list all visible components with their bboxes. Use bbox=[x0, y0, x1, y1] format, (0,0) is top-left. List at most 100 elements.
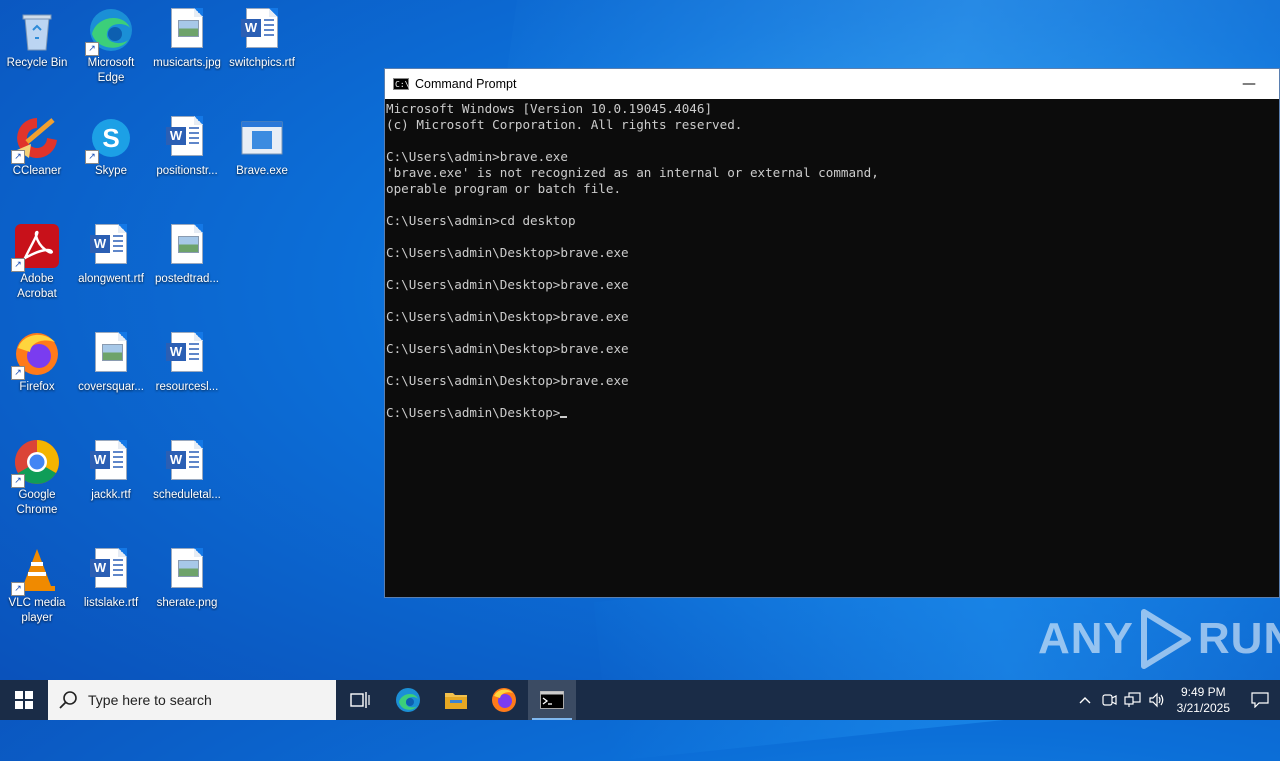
desktop-icon-label: VLC media player bbox=[8, 597, 66, 624]
word-doc-icon: W bbox=[238, 6, 286, 54]
command-prompt-icon: C:\ bbox=[393, 78, 410, 90]
word-doc-icon: W bbox=[163, 114, 211, 162]
clock-time: 9:49 PM bbox=[1180, 685, 1226, 699]
anyrun-watermark: ANY RUN bbox=[1038, 608, 1280, 670]
desktop-icon[interactable]: Brave.exe bbox=[225, 114, 299, 179]
word-doc-icon: W bbox=[163, 330, 211, 378]
desktop-icon[interactable]: Wscheduletal... bbox=[150, 438, 224, 503]
edge-icon: ↗ bbox=[85, 6, 135, 56]
taskbar-edge-button[interactable] bbox=[384, 680, 432, 720]
desktop-icon-label: switchpics.rtf bbox=[229, 57, 295, 69]
desktop-icon[interactable]: Wjackk.rtf bbox=[74, 438, 148, 503]
console-line: C:\Users\admin\Desktop>brave.exe bbox=[386, 245, 629, 260]
desktop-icon-label: postedtrad... bbox=[155, 273, 219, 285]
desktop-icon[interactable]: ↗ VLC media player bbox=[0, 546, 74, 626]
desktop-icon[interactable]: ↗ Google Chrome bbox=[0, 438, 74, 518]
taskbar-cmd-button[interactable] bbox=[528, 680, 576, 720]
chrome-icon: ↗ bbox=[11, 438, 61, 488]
desktop-icon[interactable]: Recycle Bin bbox=[0, 6, 74, 71]
text-cursor bbox=[560, 416, 568, 418]
desktop-icon-label: alongwent.rtf bbox=[78, 273, 144, 285]
taskbar-clock[interactable]: 9:49 PM 3/21/2025 bbox=[1177, 684, 1230, 716]
desktop-icon-label: Firefox bbox=[19, 381, 55, 393]
volume-button[interactable] bbox=[1145, 680, 1169, 720]
taskbar-firefox-button[interactable] bbox=[480, 680, 528, 720]
shortcut-arrow-icon: ↗ bbox=[85, 150, 99, 164]
window-title: Command Prompt bbox=[415, 77, 517, 91]
window-titlebar[interactable]: C:\ Command Prompt — bbox=[385, 69, 1279, 99]
desktop-icon[interactable]: ↗ Adobe Acrobat bbox=[0, 222, 74, 302]
task-view-icon bbox=[350, 692, 370, 708]
console-line: operable program or batch file. bbox=[386, 181, 622, 196]
desktop-icon-label: jackk.rtf bbox=[91, 489, 131, 501]
console-line: C:\Users\admin\Desktop>brave.exe bbox=[386, 341, 629, 356]
desktop-icon-label: resourcesl... bbox=[155, 381, 219, 393]
desktop-icon[interactable]: Wswitchpics.rtf bbox=[225, 6, 299, 71]
taskbar-explorer-button[interactable] bbox=[432, 680, 480, 720]
desktop-icon[interactable]: sherate.png bbox=[150, 546, 224, 611]
console-line: C:\Users\admin\Desktop>brave.exe bbox=[386, 277, 629, 292]
desktop-icon-label: listslake.rtf bbox=[83, 597, 139, 609]
tray-overflow-button[interactable] bbox=[1073, 680, 1097, 720]
console-line: C:\Users\admin>brave.exe bbox=[386, 149, 568, 164]
desktop-icon-label: Brave.exe bbox=[236, 165, 288, 177]
console-line: C:\Users\admin\Desktop>brave.exe bbox=[386, 373, 629, 388]
console-line: 'brave.exe' is not recognized as an inte… bbox=[386, 165, 879, 180]
desktop-icon-label: musicarts.jpg bbox=[153, 57, 221, 69]
desktop-icon[interactable]: ↗ Microsoft Edge bbox=[74, 6, 148, 86]
image-file-icon bbox=[163, 546, 211, 594]
desktop-icon-label: Adobe Acrobat bbox=[17, 273, 57, 300]
word-doc-icon: W bbox=[87, 438, 135, 486]
task-view-button[interactable] bbox=[336, 680, 384, 720]
windows-logo-icon bbox=[15, 691, 33, 709]
shortcut-arrow-icon: ↗ bbox=[11, 150, 25, 164]
desktop-icon[interactable]: Wresourcesl... bbox=[150, 330, 224, 395]
search-box[interactable]: Type here to search bbox=[48, 680, 336, 720]
desktop-icon[interactable]: musicarts.jpg bbox=[150, 6, 224, 71]
firefox-icon bbox=[492, 688, 516, 712]
file-explorer-icon bbox=[445, 693, 467, 709]
vlc-icon: ↗ bbox=[11, 546, 61, 596]
desktop-icon-label: positionstr... bbox=[156, 165, 218, 177]
minimize-button[interactable]: — bbox=[1239, 75, 1259, 93]
desktop-icon[interactable]: Wlistslake.rtf bbox=[74, 546, 148, 611]
start-button[interactable] bbox=[0, 680, 48, 720]
console-line: (c) Microsoft Corporation. All rights re… bbox=[386, 117, 743, 132]
play-logo-icon bbox=[1140, 609, 1191, 669]
skype-icon: S ↗ bbox=[85, 114, 135, 164]
notification-icon bbox=[1251, 692, 1269, 708]
command-prompt-window[interactable]: C:\ Command Prompt — Microsoft Windows [… bbox=[384, 68, 1280, 598]
search-icon bbox=[59, 691, 77, 709]
word-doc-icon: W bbox=[87, 546, 135, 594]
desktop-icon[interactable]: coversquar... bbox=[74, 330, 148, 395]
console-output[interactable]: Microsoft Windows [Version 10.0.19045.40… bbox=[385, 99, 1279, 421]
taskbar: Type here to search 9:49 PM 3/21/2025 bbox=[0, 680, 1280, 720]
desktop-icon-label: coversquar... bbox=[78, 381, 144, 393]
network-button[interactable] bbox=[1121, 680, 1145, 720]
desktop-icon-label: Recycle Bin bbox=[6, 57, 68, 69]
shortcut-arrow-icon: ↗ bbox=[85, 42, 99, 56]
ccleaner-icon: ↗ bbox=[11, 114, 61, 164]
meet-now-button[interactable] bbox=[1097, 680, 1121, 720]
desktop-icon[interactable]: ↗ CCleaner bbox=[0, 114, 74, 179]
desktop-icon[interactable]: S ↗ Skype bbox=[74, 114, 148, 179]
meet-now-icon bbox=[1102, 694, 1117, 706]
desktop-icon[interactable]: postedtrad... bbox=[150, 222, 224, 287]
shortcut-arrow-icon: ↗ bbox=[11, 582, 25, 596]
command-prompt-icon bbox=[540, 691, 564, 709]
desktop-icon-label: Google Chrome bbox=[16, 489, 58, 516]
search-placeholder: Type here to search bbox=[88, 692, 212, 708]
desktop-icon[interactable]: ↗ Firefox bbox=[0, 330, 74, 395]
desktop-icon[interactable]: Wpositionstr... bbox=[150, 114, 224, 179]
desktop-icon-label: scheduletal... bbox=[153, 489, 221, 501]
watermark-left-text: ANY bbox=[1038, 614, 1134, 663]
desktop-icon-label: Microsoft Edge bbox=[87, 57, 135, 84]
console-line: Microsoft Windows [Version 10.0.19045.40… bbox=[386, 101, 713, 116]
action-center-button[interactable] bbox=[1240, 680, 1280, 720]
desktop-icon-label: sherate.png bbox=[156, 597, 218, 609]
image-file-icon bbox=[163, 6, 211, 54]
desktop-icon-label: CCleaner bbox=[12, 165, 62, 177]
svg-text:S: S bbox=[102, 123, 119, 153]
desktop-icon[interactable]: Walongwent.rtf bbox=[74, 222, 148, 287]
image-file-icon bbox=[163, 222, 211, 270]
